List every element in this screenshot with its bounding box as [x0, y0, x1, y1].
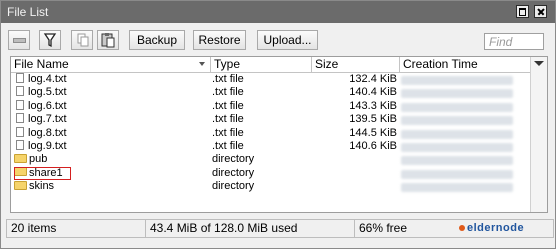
title-bar[interactable]: File List — [1, 1, 555, 23]
cell-file-name: skins — [13, 180, 209, 193]
cell-file-name: log.8.txt — [13, 127, 209, 140]
cell-size: 140.4 KiB — [349, 86, 397, 99]
table-row[interactable]: log.7.txt .txt file 139.5 KiB — [11, 113, 530, 126]
redaction-blur — [401, 169, 513, 179]
filter-icon — [43, 33, 57, 48]
cell-file-name: log.7.txt — [13, 113, 209, 126]
redaction-blur — [401, 89, 513, 99]
vertical-scrollbar[interactable] — [530, 57, 547, 212]
cell-size: 144.5 KiB — [349, 126, 397, 139]
window-title: File List — [7, 5, 49, 19]
column-header-file-name[interactable]: File Name — [11, 57, 211, 72]
folder-icon — [14, 180, 27, 190]
minus-icon — [13, 38, 26, 43]
cell-size — [313, 167, 397, 180]
remove-button[interactable] — [8, 30, 30, 50]
eldernode-watermark: eldernode — [459, 219, 555, 237]
cell-type: directory — [212, 153, 255, 166]
cell-type: directory — [212, 166, 255, 179]
file-icon — [16, 140, 24, 151]
cell-creation-time-redacted — [401, 153, 517, 166]
file-list-window: File List Backup Restore Upload... Find … — [0, 0, 556, 249]
table-row[interactable]: pub directory — [11, 153, 530, 166]
cell-size: 140.6 KiB — [349, 139, 397, 152]
cell-file-name: log.5.txt — [13, 86, 209, 99]
table-row[interactable]: log.8.txt .txt file 144.5 KiB — [11, 127, 530, 140]
file-icon — [16, 113, 24, 124]
cell-size: 139.5 KiB — [349, 113, 397, 126]
table-header: File Name Type Size Creation Time — [11, 57, 547, 73]
cell-file-name: log.4.txt — [13, 73, 209, 86]
status-free-space: 66% free — [359, 221, 408, 235]
cell-creation-time-redacted — [401, 86, 517, 99]
cell-size: 132.4 KiB — [349, 73, 397, 85]
cell-type: .txt file — [212, 126, 244, 139]
cell-file-name: log.6.txt — [13, 100, 209, 113]
cell-file-name: log.9.txt — [13, 140, 209, 153]
cell-size: 143.3 KiB — [349, 99, 397, 112]
file-table: File Name Type Size Creation Time log.4.… — [10, 56, 548, 213]
status-item-count: 20 items — [7, 220, 146, 237]
toolbar: Backup Restore Upload... — [1, 24, 555, 57]
status-disk-usage: 43.4 MiB of 128.0 MiB used — [146, 220, 355, 237]
sort-down-icon — [199, 62, 205, 66]
cell-type: .txt file — [212, 139, 244, 152]
cell-creation-time-redacted — [401, 113, 517, 126]
filter-button[interactable] — [39, 30, 61, 50]
upload-button[interactable]: Upload... — [257, 30, 318, 50]
cell-type: directory — [212, 180, 255, 193]
watermark-logo-icon — [459, 225, 465, 232]
cell-size — [313, 180, 397, 193]
table-row[interactable]: log.6.txt .txt file 143.3 KiB — [11, 100, 530, 113]
paste-button[interactable] — [97, 30, 119, 50]
file-icon — [16, 99, 24, 110]
restore-button[interactable]: Restore — [193, 30, 246, 50]
redaction-blur — [401, 142, 513, 152]
table-row[interactable]: log.5.txt .txt file 140.4 KiB — [11, 86, 530, 99]
table-row[interactable]: log.9.txt .txt file 140.6 KiB — [11, 140, 530, 153]
paste-icon — [101, 33, 115, 48]
table-row[interactable]: skins directory — [11, 180, 530, 193]
cell-creation-time-redacted — [401, 167, 517, 180]
table-body: log.4.txt .txt file 132.4 KiB log.5.txt .txt… — [11, 73, 530, 194]
cell-size — [313, 153, 397, 166]
backup-button[interactable]: Backup — [129, 30, 185, 50]
cell-creation-time-redacted — [401, 73, 517, 86]
cell-type: .txt file — [212, 86, 244, 99]
redaction-blur — [401, 129, 513, 139]
scroll-down-icon[interactable] — [534, 61, 544, 66]
folder-icon — [14, 167, 27, 177]
cell-type: .txt file — [212, 99, 244, 112]
redaction-blur — [401, 102, 513, 112]
column-header-type[interactable]: Type — [211, 57, 312, 72]
redaction-blur — [401, 156, 513, 166]
maximize-icon[interactable] — [516, 5, 529, 18]
file-icon — [16, 86, 24, 97]
cell-creation-time-redacted — [401, 127, 517, 140]
table-row[interactable]: log.4.txt .txt file 132.4 KiB — [11, 73, 530, 86]
cell-creation-time-redacted — [401, 100, 517, 113]
cell-type: .txt file — [212, 73, 244, 85]
cell-type: .txt file — [212, 113, 244, 126]
redaction-blur — [401, 76, 513, 85]
folder-icon — [14, 153, 27, 163]
copy-icon — [77, 33, 89, 47]
redaction-blur — [401, 183, 513, 193]
cell-creation-time-redacted — [401, 180, 517, 193]
cell-file-name: pub — [13, 153, 209, 166]
close-icon[interactable] — [534, 5, 547, 18]
file-icon — [16, 126, 24, 137]
column-header-creation-time[interactable]: Creation Time — [400, 57, 530, 72]
redaction-blur — [401, 116, 513, 126]
file-icon — [16, 73, 24, 84]
find-input[interactable] — [484, 33, 544, 50]
column-header-size[interactable]: Size — [312, 57, 400, 72]
cell-file-name: share1 — [13, 166, 209, 180]
copy-button[interactable] — [71, 30, 93, 50]
cell-creation-time-redacted — [401, 140, 517, 153]
table-row[interactable]: share1 directory — [11, 166, 530, 180]
